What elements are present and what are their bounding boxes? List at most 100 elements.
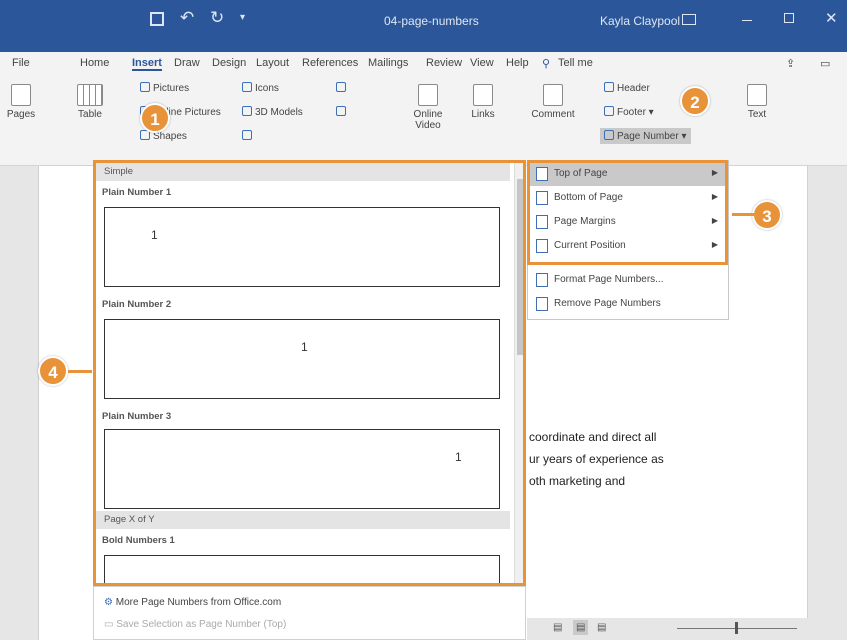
redo-icon[interactable]: ↻ — [210, 8, 224, 28]
pictures-button[interactable]: Pictures — [140, 82, 189, 94]
text-button[interactable]: Text — [742, 84, 772, 120]
pages-button[interactable]: Pages — [6, 84, 36, 120]
icons-button[interactable]: Icons — [242, 82, 279, 94]
links-label: Links — [471, 109, 495, 120]
gallery-section-simple: Simple — [96, 163, 510, 181]
gallery-item-plain-number-3[interactable]: 1 — [104, 429, 500, 509]
more-page-numbers-label: More Page Numbers from Office.com — [115, 597, 282, 608]
menu-item-format-page-numbers[interactable]: Format Page Numbers... — [528, 269, 728, 292]
page-number-icon — [604, 130, 614, 140]
ribbon: Pages Table Pictures Online Pictures Sha… — [0, 76, 847, 166]
shapes-button[interactable]: Shapes — [140, 130, 187, 142]
remove-icon — [536, 297, 548, 311]
menu-item-label: Format Page Numbers... — [554, 274, 664, 285]
body-text-line: oth marketing and — [529, 474, 626, 488]
text-label: Text — [747, 109, 767, 120]
callout-badge-2: 2 — [680, 86, 710, 116]
undo-icon[interactable]: ↶ — [180, 8, 194, 28]
share-icon[interactable]: ⇪ — [786, 57, 795, 70]
screenshot-button[interactable] — [336, 106, 349, 118]
tab-review[interactable]: Review — [426, 57, 462, 69]
user-name[interactable]: Kayla Claypool — [600, 14, 680, 28]
header-label: Header — [617, 83, 650, 94]
tab-mailings[interactable]: Mailings — [368, 57, 408, 69]
more-page-numbers-item[interactable]: ⚙ More Page Numbers from Office.com — [104, 597, 281, 608]
body-text-line: coordinate and direct all — [529, 430, 657, 444]
icons-label: Icons — [255, 83, 279, 94]
format-icon — [536, 273, 548, 287]
icons-icon — [242, 82, 252, 92]
smartart-button[interactable] — [242, 130, 255, 142]
tab-draw[interactable]: Draw — [174, 57, 200, 69]
3d-models-button[interactable]: 3D Models — [242, 106, 303, 118]
save-selection-item: ▭ Save Selection as Page Number (Top) — [104, 619, 286, 630]
chart-button[interactable] — [336, 82, 349, 94]
gallery-item-plain-number-2[interactable]: 1 — [104, 319, 500, 399]
pages-icon — [11, 84, 31, 106]
page-number-label: Page Number — [617, 131, 679, 142]
tab-home[interactable]: Home — [80, 57, 109, 69]
gallery-item-label: Plain Number 3 — [102, 411, 172, 422]
tab-view[interactable]: View — [470, 57, 494, 69]
pages-label: Pages — [6, 109, 36, 120]
pictures-icon — [140, 82, 150, 92]
body-text-line: ur years of experience as — [529, 452, 664, 466]
comment-icon — [543, 84, 563, 106]
ribbon-tabs: File Home Insert Draw Design Layout Refe… — [0, 52, 847, 76]
tell-me-search[interactable]: Tell me — [558, 57, 593, 69]
gallery-scrollbar[interactable] — [514, 163, 523, 583]
callout-badge-4: 4 — [38, 356, 68, 386]
tab-help[interactable]: Help — [506, 57, 529, 69]
maximize-button[interactable] — [784, 13, 794, 23]
comments-icon[interactable]: ▭ — [820, 57, 830, 70]
gallery-item-bold-numbers-1[interactable] — [104, 555, 500, 583]
status-bar: ▤ ▤ ▤ — [527, 618, 847, 640]
minimize-button[interactable] — [742, 20, 752, 21]
gallery-item-label: Bold Numbers 1 — [102, 535, 175, 546]
smartart-icon — [242, 130, 252, 140]
tab-layout[interactable]: Layout — [256, 57, 289, 69]
save-selection-label: Save Selection as Page Number (Top) — [116, 619, 287, 630]
gallery-item-plain-number-1[interactable]: 1 — [104, 207, 500, 287]
document-title: 04-page-numbers — [384, 14, 479, 28]
footer-icon — [604, 106, 614, 116]
menu-item-remove-page-numbers[interactable]: Remove Page Numbers — [528, 293, 728, 316]
tab-references[interactable]: References — [302, 57, 358, 69]
read-mode-icon[interactable]: ▤ — [553, 622, 562, 633]
footer-label: Footer — [617, 107, 646, 118]
page-number-preview: 1 — [455, 450, 462, 464]
tab-design[interactable]: Design — [212, 57, 246, 69]
web-layout-icon[interactable]: ▤ — [597, 622, 606, 633]
office-icon: ⚙ — [104, 597, 113, 608]
table-icon — [77, 84, 103, 106]
save-selection-icon: ▭ — [104, 619, 114, 630]
zoom-slider-thumb[interactable] — [735, 622, 738, 634]
callout-badge-1: 1 — [140, 103, 170, 133]
table-button[interactable]: Table — [70, 84, 110, 120]
links-button[interactable]: Links — [468, 84, 498, 120]
callout-pointer — [732, 213, 754, 216]
ribbon-display-options-icon[interactable] — [682, 14, 696, 25]
comment-button[interactable]: Comment — [530, 84, 576, 120]
print-layout-icon[interactable]: ▤ — [573, 620, 589, 635]
customize-qat-icon[interactable]: ▾ — [240, 12, 245, 23]
save-icon[interactable] — [150, 12, 164, 26]
lightbulb-icon: ⚲ — [542, 58, 551, 70]
link-icon — [473, 84, 493, 106]
header-button[interactable]: Header — [604, 82, 650, 94]
tab-file[interactable]: File — [12, 57, 30, 69]
online-video-button[interactable]: Online Video — [408, 84, 448, 131]
footer-button[interactable]: Footer ▾ — [604, 106, 654, 118]
close-button[interactable]: ✕ — [825, 9, 838, 27]
comment-label: Comment — [531, 109, 575, 120]
scrollbar-thumb[interactable] — [517, 179, 523, 355]
gallery-item-label: Plain Number 1 — [102, 187, 172, 198]
header-icon — [604, 82, 614, 92]
page-number-gallery: Simple Plain Number 1 1 Plain Number 2 1… — [93, 160, 526, 586]
page-number-button[interactable]: Page Number ▾ — [600, 128, 691, 144]
tab-insert[interactable]: Insert — [132, 57, 162, 71]
pictures-label: Pictures — [153, 83, 190, 94]
gallery-item-label: Plain Number 2 — [102, 299, 172, 310]
3d-models-icon — [242, 106, 252, 116]
callout-badge-3: 3 — [752, 200, 782, 230]
